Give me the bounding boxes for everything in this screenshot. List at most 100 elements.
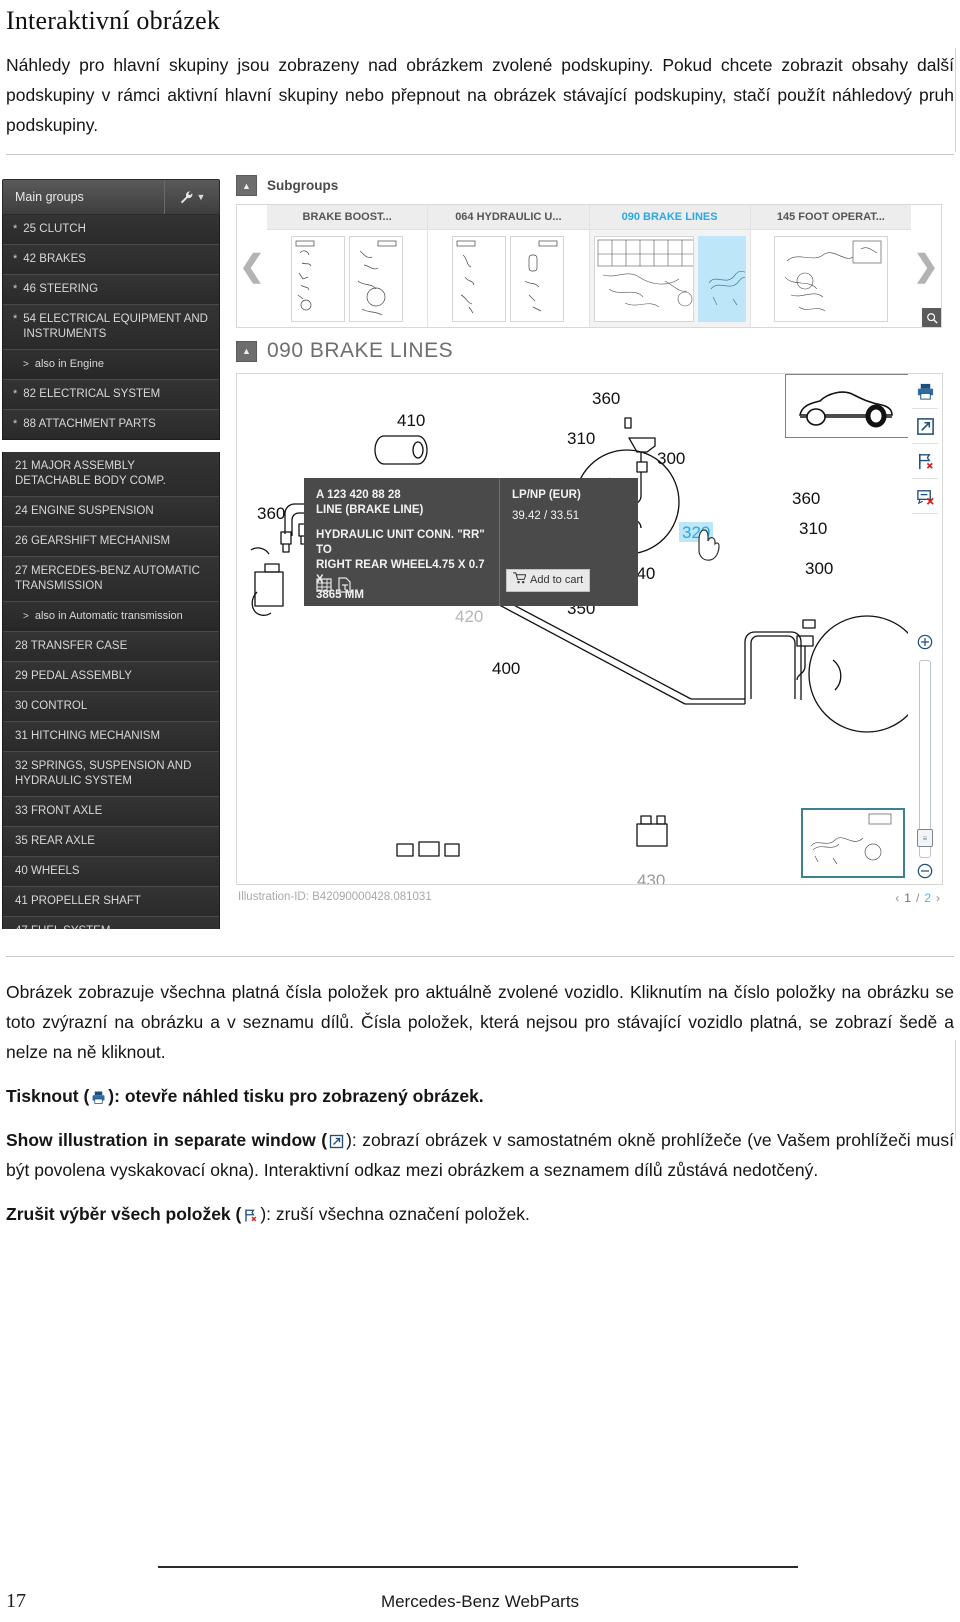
section-divider-top (6, 154, 954, 155)
add-to-cart-button[interactable]: Add to cart (506, 569, 591, 592)
chevron-up-icon[interactable]: ▲ (236, 340, 257, 362)
clear-rest-label: ): zruší všechna označení položek. (260, 1204, 530, 1224)
thumbnail[interactable] (452, 235, 507, 322)
zoom-slider-track[interactable]: ≡ (917, 660, 933, 858)
subgroup-thumbnails (428, 230, 941, 327)
callout-360-a: 360 (257, 504, 285, 523)
zoom-in-icon[interactable] (917, 634, 933, 655)
subgroup-thumbnails (590, 230, 941, 327)
clear-all-flags-icon[interactable] (908, 444, 942, 478)
thumbnail[interactable] (773, 235, 888, 322)
thumbnail[interactable] (510, 235, 565, 322)
pager-prev[interactable]: ‹ (895, 891, 899, 905)
illustration-pager[interactable]: ‹ 1 / 2 › (895, 891, 940, 905)
cart-icon (513, 572, 527, 589)
sidebar-item-also-in-automatic-transmission[interactable]: > also in Automatic transmission (3, 602, 219, 632)
sidebar-item-28-transfer-case[interactable]: 28 TRANSFER CASE (3, 632, 219, 662)
sidebar-item-29-pedal-assembly[interactable]: 29 PEDAL ASSEMBLY (3, 662, 219, 692)
chevron-down-icon: ▼ (196, 191, 206, 202)
illustration-canvas[interactable]: 410 360 360 360 310 300 360 310 300 340 … (236, 373, 910, 885)
sidebar-item-35-rear-axle[interactable]: 35 REAR AXLE (3, 827, 219, 857)
sidebar-item-32-springs-suspension[interactable]: 32 SPRINGS, SUSPENSION AND HYDRAULIC SYS… (3, 752, 219, 797)
sidebar-item-31-hitching-mechanism[interactable]: 31 HITCHING MECHANISM (3, 722, 219, 752)
subgroup-cell-brake-boost[interactable]: BRAKE BOOST... (267, 205, 941, 327)
illustration-header: ▲ 090 BRAKE LINES (236, 339, 453, 363)
thumbnail-selected[interactable] (698, 235, 746, 322)
main-groups-sidebar[interactable]: Main groups ▼ * 25 CLUTCH * 42 BRAKES * … (2, 179, 220, 929)
sidebar-item-30-control[interactable]: 30 CONTROL (3, 692, 219, 722)
sidebar-item-label: 33 FRONT AXLE (15, 805, 103, 817)
sidebar-item-47-fuel-system[interactable]: 47 FUEL SYSTEM (3, 917, 219, 929)
print-bold-label: Tisknout ( (6, 1086, 90, 1106)
sidebar-item-label: 41 PROPELLER SHAFT (15, 895, 141, 907)
footer-brand: Mercedes-Benz WebParts (380, 1592, 580, 1611)
tooltip-price-label: LP/NP (EUR) (512, 489, 581, 501)
callout-410: 410 (397, 411, 425, 430)
thumbnail[interactable] (291, 235, 346, 322)
open-in-new-window-icon[interactable] (908, 409, 942, 443)
sidebar-item-33-front-axle[interactable]: 33 FRONT AXLE (3, 797, 219, 827)
subgroup-cell-145-foot-operated[interactable]: 145 FOOT OPERAT... (750, 205, 941, 327)
starred-groups-list[interactable]: * 25 CLUTCH * 42 BRAKES * 46 STEERING * … (2, 215, 220, 440)
toolbar-divider (912, 513, 938, 514)
paragraph-print: Tisknout ( ): otevře náhled tisku pro zob… (6, 1081, 954, 1111)
all-groups-list[interactable]: 21 MAJOR ASSEMBLY DETACHABLE BODY COMP. … (2, 452, 220, 929)
zoom-out-icon[interactable] (917, 863, 933, 884)
star-icon: * (13, 223, 18, 235)
sidebar-title: Main groups (15, 190, 84, 204)
pager-next[interactable]: › (936, 891, 940, 905)
chevron-up-icon[interactable]: ▲ (236, 175, 257, 196)
callout-300-b: 300 (805, 559, 833, 578)
section-divider-bottom (6, 956, 954, 957)
sidebar-item-54-electrical-equipment[interactable]: * 54 ELECTRICAL EQUIPMENT AND INSTRUMENT… (3, 305, 219, 350)
sidebar-item-label: 88 ATTACHMENT PARTS (23, 418, 156, 430)
chevron-left-icon[interactable]: ❮ (237, 205, 267, 327)
wrench-icon (179, 190, 194, 205)
sidebar-item-42-brakes[interactable]: * 42 BRAKES (3, 245, 219, 275)
sidebar-item-26-gearshift-mechanism[interactable]: 26 GEARSHIFT MECHANISM (3, 527, 219, 557)
sidebar-item-88-attachment-parts[interactable]: * 88 ATTACHMENT PARTS (3, 410, 219, 439)
subgroup-label: 145 FOOT OPERAT... (750, 205, 911, 230)
sidebar-item-label: 26 GEARSHIFT MECHANISM (15, 535, 171, 547)
print-icon[interactable] (908, 374, 942, 408)
sidebar-item-label: 42 BRAKES (23, 253, 86, 265)
add-to-cart-label: Add to cart (530, 574, 584, 586)
callout-420: 420 (455, 607, 483, 626)
zoom-control[interactable]: ≡ (917, 634, 933, 884)
subgroup-cell-090-brake-lines[interactable]: 090 BRAKE LINES (589, 205, 941, 327)
illustration-id: Illustration-ID: B42090000428.081031 (238, 891, 432, 903)
subgroups-label: Subgroups (267, 178, 339, 193)
print-rest-label: ): otevře náhled tisku pro zobrazený obr… (108, 1086, 484, 1106)
illustration-toolbar[interactable]: ≡ (908, 373, 943, 885)
zoom-slider-handle[interactable]: ≡ (917, 829, 933, 847)
sidebar-item-25-clutch[interactable]: * 25 CLUTCH (3, 215, 219, 245)
app-screenshot: Main groups ▼ * 25 CLUTCH * 42 BRAKES * … (0, 169, 950, 944)
subgroup-cell-064-hydraulic-unit[interactable]: 064 HYDRAULIC U... (428, 205, 941, 327)
part-tooltip[interactable]: A 123 420 88 28 LINE (BRAKE LINE) HYDRAU… (304, 478, 638, 606)
sidebar-item-82-electrical-system[interactable]: * 82 ELECTRICAL SYSTEM (3, 380, 219, 410)
thumbnail[interactable] (593, 235, 695, 322)
clear-all-labels-icon[interactable] (908, 479, 942, 513)
text-icon[interactable] (336, 577, 352, 598)
subgroup-thumbnails (267, 230, 941, 327)
sidebar-item-40-wheels[interactable]: 40 WHEELS (3, 857, 219, 887)
sidebar-tools-button[interactable]: ▼ (164, 180, 219, 214)
intro-paragraph: Náhledy pro hlavní skupiny jsou zobrazen… (6, 55, 954, 135)
thumbnail[interactable] (349, 235, 404, 322)
navigator-thumbnail[interactable] (801, 808, 905, 878)
sidebar-item-label: 28 TRANSFER CASE (15, 640, 128, 652)
margin-rule-top (955, 48, 956, 152)
sidebar-item-label: 29 PEDAL ASSEMBLY (15, 670, 132, 682)
sidebar-item-21-major-assembly[interactable]: 21 MAJOR ASSEMBLY DETACHABLE BODY COMP. (3, 452, 219, 497)
sidebar-item-46-steering[interactable]: * 46 STEERING (3, 275, 219, 305)
table-icon[interactable] (316, 577, 332, 598)
sidebar-item-41-propeller-shaft[interactable]: 41 PROPELLER SHAFT (3, 887, 219, 917)
paragraph-separate-window: Show illustration in separate window ():… (6, 1125, 954, 1185)
tooltip-desc-1: HYDRAULIC UNIT CONN. "RR" TO (316, 529, 485, 556)
sidebar-item-27-automatic-transmission[interactable]: 27 MERCEDES-BENZ AUTOMATIC TRANSMISSION (3, 557, 219, 602)
sidebar-item-also-in-engine[interactable]: > also in Engine (3, 350, 219, 380)
sidebar-item-24-engine-suspension[interactable]: 24 ENGINE SUSPENSION (3, 497, 219, 527)
pager-total[interactable]: 2 (924, 891, 931, 905)
star-icon: * (13, 283, 18, 295)
